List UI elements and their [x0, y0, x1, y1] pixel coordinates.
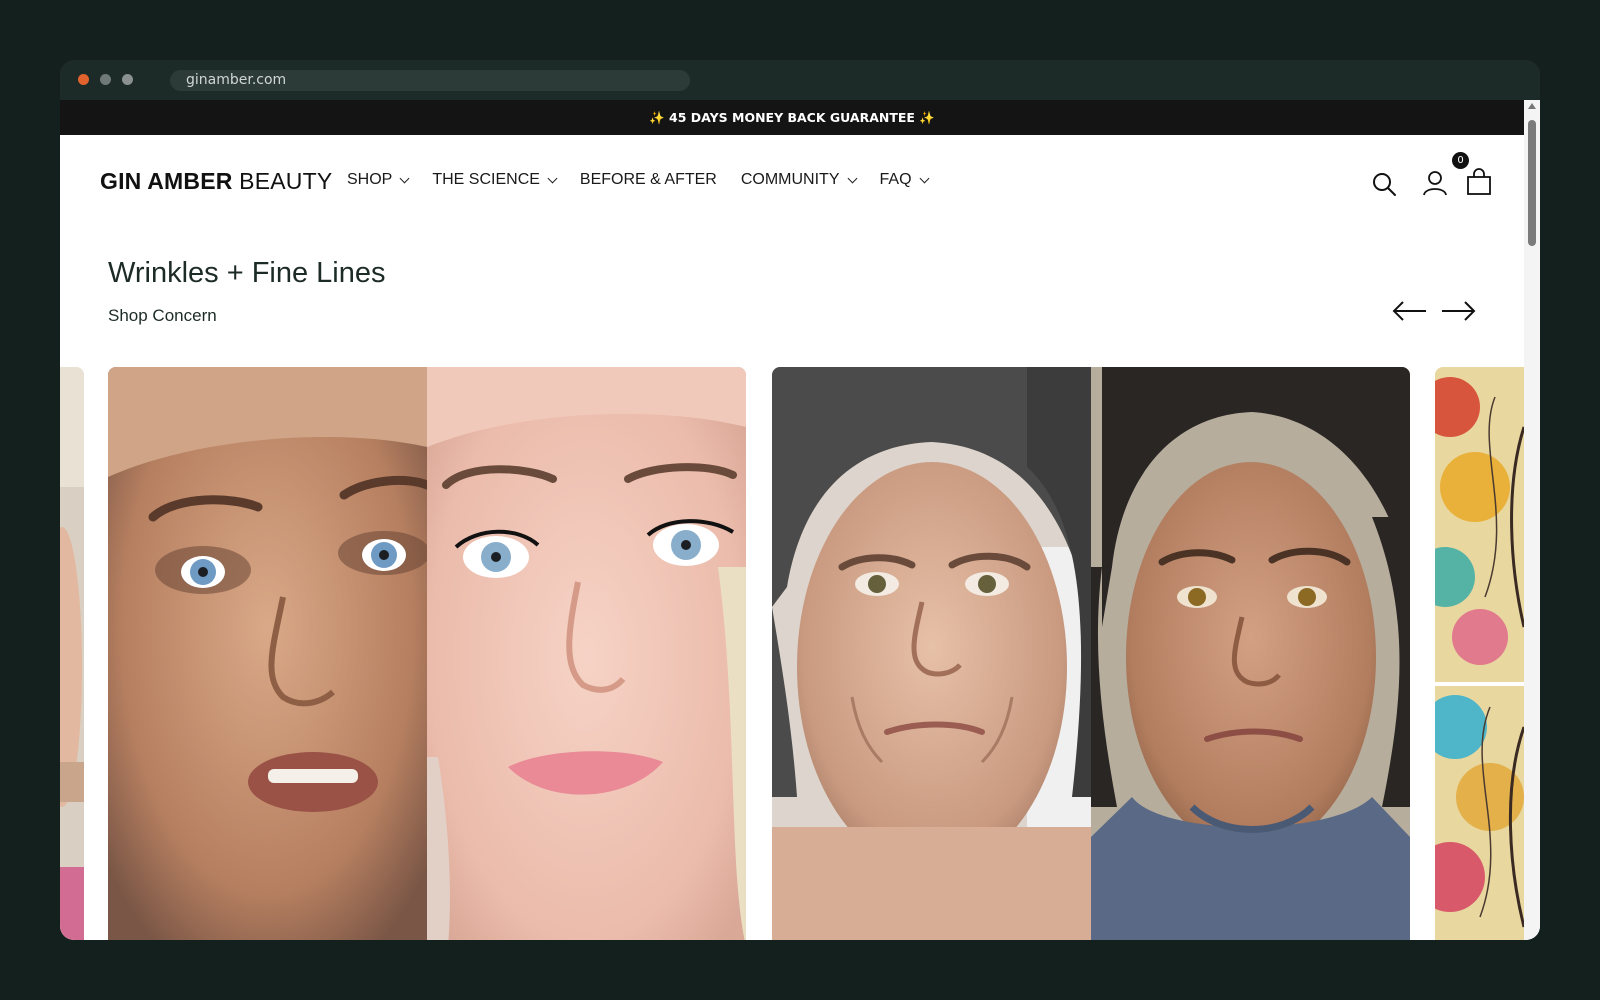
chevron-down-icon [547, 173, 558, 183]
logo-brand: GIN AMBER [100, 168, 233, 194]
nav-label: COMMUNITY [740, 171, 840, 188]
section-subtitle[interactable]: Shop Concern [108, 306, 217, 326]
logo-suffix: BEAUTY [232, 168, 333, 194]
page-viewport: ✨ 45 DAYS MONEY BACK GUARANTEE ✨ GIN AMB… [60, 100, 1540, 940]
scroll-thumb[interactable] [1528, 120, 1536, 246]
main-nav: SHOP THE SCIENCE BEFORE & AFTER COMMUNIT… [347, 171, 952, 189]
nav-item-before-after[interactable]: BEFORE & AFTER [580, 171, 717, 189]
browser-chrome: ginamber.com [60, 60, 1540, 100]
before-after-photo [60, 367, 84, 940]
chevron-down-icon [399, 173, 410, 183]
nav-item-faq[interactable]: FAQ [879, 171, 929, 189]
nav-label: FAQ [879, 171, 912, 188]
section-title: Wrinkles + Fine Lines [108, 257, 386, 289]
scroll-up-arrow-icon[interactable] [1528, 103, 1536, 109]
carousel-next-button[interactable] [1438, 298, 1478, 324]
carousel-card-partial-right[interactable] [1435, 367, 1524, 940]
nav-item-community[interactable]: COMMUNITY [740, 171, 857, 189]
site-header: GIN AMBER BEAUTY SHOP THE SCIENCE BEFORE… [60, 135, 1524, 230]
close-window-dot[interactable] [78, 74, 89, 85]
arrow-left-icon [1392, 301, 1426, 321]
chevron-down-icon [919, 173, 929, 183]
carousel-card-wrinkles-1[interactable] [108, 367, 746, 940]
page-scrollbar[interactable] [1524, 100, 1540, 940]
nav-item-shop[interactable]: SHOP [347, 171, 410, 189]
before-after-photo [108, 367, 746, 940]
address-bar[interactable]: ginamber.com [170, 70, 690, 91]
before-after-photo [1435, 367, 1524, 940]
chevron-down-icon [847, 173, 857, 183]
cart-count-badge: 0 [1452, 152, 1469, 169]
carousel-card-partial-left[interactable] [60, 367, 84, 940]
site-logo[interactable]: GIN AMBER BEAUTY [100, 168, 332, 195]
account-icon[interactable] [1421, 169, 1449, 197]
minimize-window-dot[interactable] [100, 74, 111, 85]
arrow-right-icon [1442, 301, 1476, 321]
nav-label: SHOP [347, 171, 393, 188]
carousel-card-wrinkles-2[interactable] [772, 367, 1410, 940]
before-after-photo [772, 367, 1410, 940]
search-icon[interactable] [1370, 170, 1398, 198]
browser-window: ginamber.com ✨ 45 DAYS MONEY BACK GUARAN… [60, 60, 1540, 940]
announcement-bar: ✨ 45 DAYS MONEY BACK GUARANTEE ✨ [60, 100, 1524, 135]
nav-label: THE SCIENCE [432, 171, 540, 188]
nav-item-the-science[interactable]: THE SCIENCE [432, 171, 558, 189]
carousel-prev-button[interactable] [1390, 298, 1430, 324]
maximize-window-dot[interactable] [122, 74, 133, 85]
cart-icon[interactable] [1465, 168, 1493, 196]
nav-label: BEFORE & AFTER [579, 171, 717, 188]
